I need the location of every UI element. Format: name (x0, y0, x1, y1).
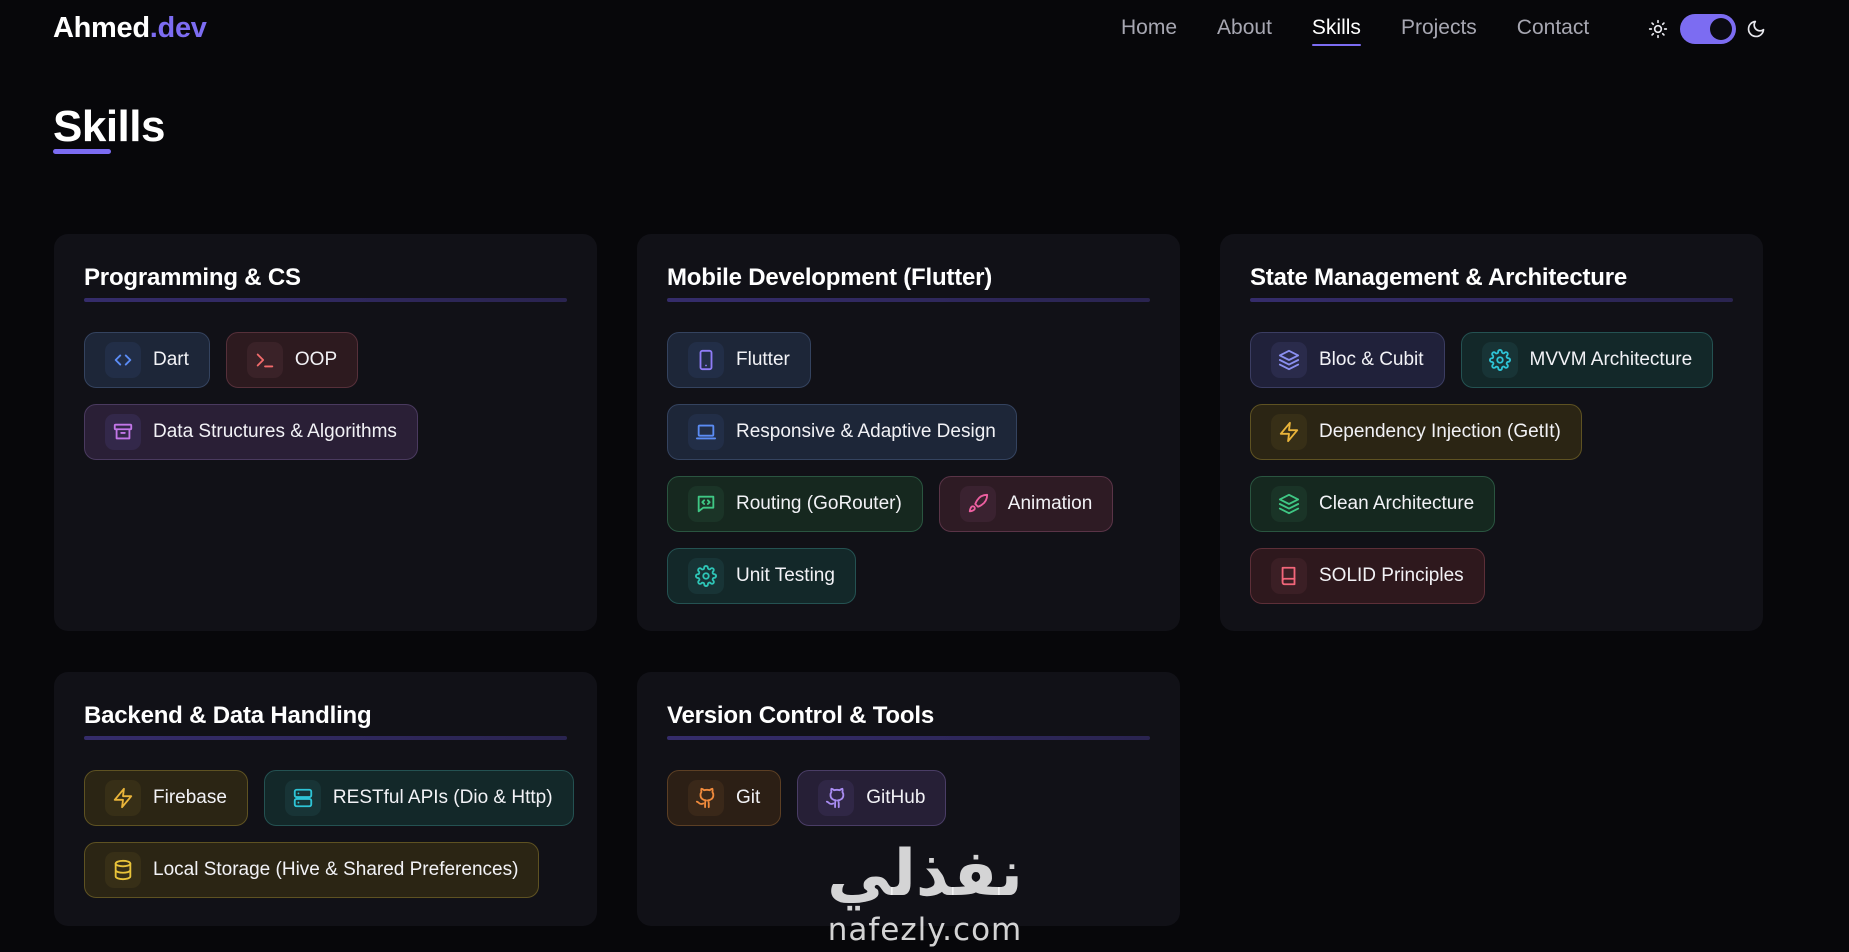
nav-links: Home About Skills Projects Contact (1121, 16, 1629, 46)
skill-label: Data Structures & Algorithms (153, 421, 397, 442)
terminal-icon (246, 342, 283, 378)
skill-label: Routing (GoRouter) (736, 493, 902, 514)
skill-label: RESTful APIs (Dio & Http) (332, 787, 553, 808)
card-divider (667, 298, 1150, 302)
card-title: State Management & Architecture (1250, 264, 1628, 291)
toggle-knob (1710, 18, 1732, 40)
skill-label: Dart (153, 349, 189, 370)
message-code-icon (688, 486, 724, 522)
book-icon (1271, 558, 1307, 594)
skill-chip-bloc[interactable]: Bloc & Cubit (1250, 332, 1445, 388)
page-title: Skills (53, 102, 165, 151)
skill-label: Clean Architecture (1319, 493, 1475, 514)
skill-label: OOP (294, 349, 338, 370)
code-icon (105, 342, 141, 378)
skill-chip-mvvm[interactable]: MVVM Architecture (1460, 332, 1714, 388)
skill-chip-github[interactable]: GitHub (797, 770, 947, 826)
skill-label: Dependency Injection (GetIt) (1319, 421, 1561, 442)
skill-chip-dependency-injection[interactable]: Dependency Injection (GetIt) (1250, 404, 1582, 460)
theme-toggle[interactable] (1680, 14, 1736, 44)
skill-label: Firebase (153, 787, 227, 808)
skill-chip-git[interactable]: Git (667, 770, 782, 826)
card-title: Mobile Development (Flutter) (667, 264, 993, 291)
top-nav: Ahmed.dev Home About Skills Projects Con… (0, 0, 1849, 58)
skill-chip-flutter[interactable]: Flutter (667, 332, 811, 388)
watermark-arabic: نفذلي (827, 837, 1023, 911)
skill-chip-unit-testing[interactable]: Unit Testing (667, 548, 856, 604)
skill-label: Responsive & Adaptive Design (736, 421, 996, 442)
skill-chip-routing[interactable]: Routing (GoRouter) (667, 476, 923, 532)
brand-name: Ahmed (53, 12, 150, 44)
theme-controls (1648, 13, 1766, 45)
skill-label: GitHub (866, 787, 926, 808)
nav-projects[interactable]: Projects (1401, 16, 1477, 40)
skill-label: Bloc & Cubit (1319, 349, 1424, 370)
card-title: Programming & CS (84, 264, 301, 291)
brand-suffix: .dev (149, 12, 207, 44)
sun-icon (1648, 19, 1668, 39)
skill-chip-dart[interactable]: Dart (84, 332, 210, 388)
watermark-latin: nafezly.com (827, 912, 1023, 948)
nav-skills[interactable]: Skills (1311, 16, 1361, 46)
nav-home[interactable]: Home (1121, 16, 1177, 40)
card-title: Backend & Data Handling (84, 702, 372, 729)
archive-icon (105, 414, 141, 450)
nav-about[interactable]: About (1217, 16, 1272, 40)
layers-icon (1271, 342, 1307, 378)
skill-card-backend: Backend & Data Handling Firebase RESTful… (54, 672, 597, 926)
skill-label: Local Storage (Hive & Shared Preferences… (153, 859, 519, 880)
brand-logo[interactable]: Ahmed.dev (53, 12, 207, 45)
nav-contact[interactable]: Contact (1517, 16, 1589, 40)
card-divider (667, 736, 1150, 740)
skill-label: Flutter (736, 349, 790, 370)
github-icon (818, 780, 855, 816)
moon-icon (1746, 19, 1766, 39)
skill-chip-animation[interactable]: Animation (938, 476, 1114, 532)
card-title: Version Control & Tools (667, 702, 934, 729)
rocket-icon (959, 486, 996, 522)
skill-card-mobile: Mobile Development (Flutter) Flutter Res… (637, 234, 1180, 631)
skill-chip-dsa[interactable]: Data Structures & Algorithms (84, 404, 418, 460)
skill-chip-restful-apis[interactable]: RESTful APIs (Dio & Http) (263, 770, 574, 826)
lightning-icon (105, 780, 141, 816)
page-title-underline (53, 149, 111, 154)
skill-card-state-management: State Management & Architecture Bloc & C… (1220, 234, 1763, 631)
skill-chip-clean-architecture[interactable]: Clean Architecture (1250, 476, 1496, 532)
skill-chip-responsive[interactable]: Responsive & Adaptive Design (667, 404, 1017, 460)
server-icon (284, 780, 321, 816)
skill-chip-solid[interactable]: SOLID Principles (1250, 548, 1485, 604)
database-icon (105, 852, 141, 888)
skill-label: Git (736, 787, 761, 808)
layers-icon (1271, 486, 1307, 522)
card-divider (1250, 298, 1733, 302)
gear-icon (688, 558, 724, 594)
github-icon (688, 780, 724, 816)
skill-label: Unit Testing (736, 565, 835, 586)
skill-chip-oop[interactable]: OOP (225, 332, 359, 388)
skill-label: Animation (1007, 493, 1093, 514)
card-divider (84, 736, 567, 740)
smartphone-icon (688, 342, 724, 378)
skill-chip-firebase[interactable]: Firebase (84, 770, 248, 826)
laptop-icon (688, 414, 724, 450)
skill-chip-local-storage[interactable]: Local Storage (Hive & Shared Preferences… (84, 842, 540, 898)
gear-icon (1481, 342, 1518, 378)
skill-label: MVVM Architecture (1529, 349, 1693, 370)
skill-label: SOLID Principles (1319, 565, 1464, 586)
skill-card-programming: Programming & CS Dart OOP Data Structure… (54, 234, 597, 631)
lightning-icon (1271, 414, 1307, 450)
card-divider (84, 298, 567, 302)
watermark: نفذلي nafezly.com (810, 842, 1040, 952)
